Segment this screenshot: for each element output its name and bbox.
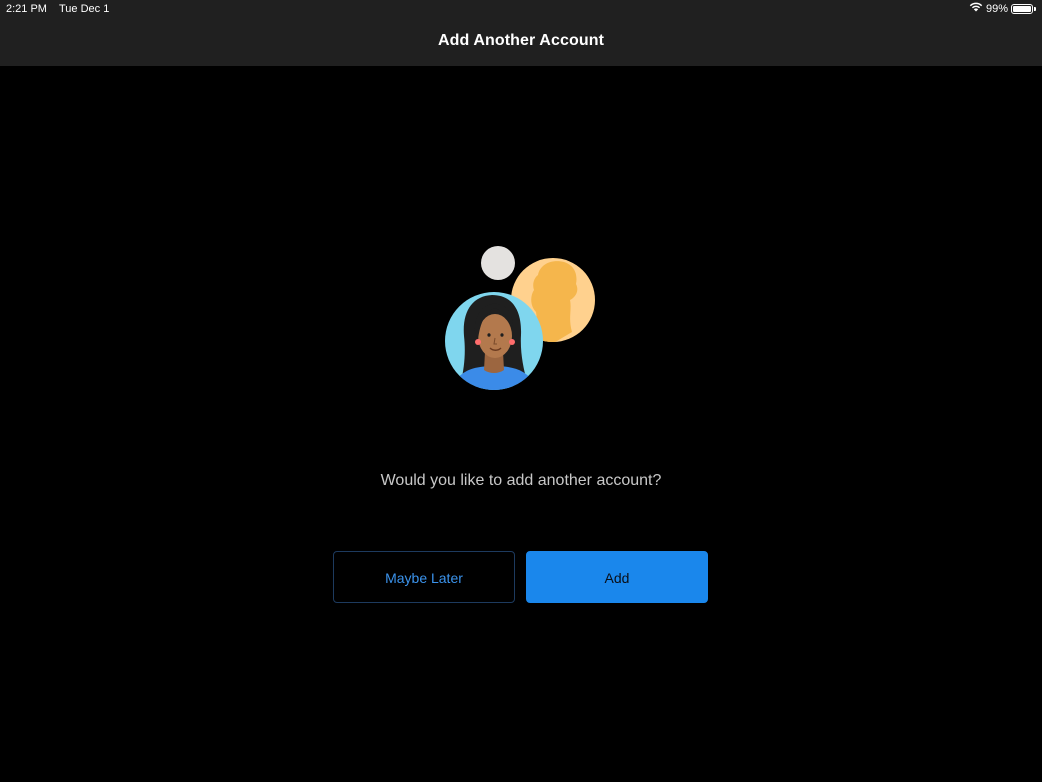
add-account-prompt: Would you like to add another account?	[380, 472, 662, 489]
battery-body	[1011, 4, 1033, 14]
status-time: 2:21 PM	[6, 3, 47, 15]
wifi-icon	[969, 0, 983, 18]
status-date: Tue Dec 1	[59, 3, 110, 15]
accounts-illustration	[440, 240, 602, 396]
battery-fill	[1013, 6, 1031, 12]
status-indicators: 99%	[969, 0, 1036, 18]
battery-nub	[1034, 7, 1036, 11]
battery-icon	[1011, 4, 1036, 14]
page-title: Add Another Account	[437, 32, 605, 49]
gray-dot	[481, 246, 515, 280]
battery-percentage: 99%	[985, 3, 1008, 15]
add-button[interactable]: Add	[526, 551, 708, 603]
navigation-bar: 2:21 PM Tue Dec 1 99% Add Another Accoun…	[0, 0, 1042, 66]
woman-avatar	[445, 292, 543, 390]
maybe-later-button[interactable]: Maybe Later	[333, 551, 515, 603]
status-bar: 2:21 PM Tue Dec 1 99%	[0, 0, 1042, 18]
